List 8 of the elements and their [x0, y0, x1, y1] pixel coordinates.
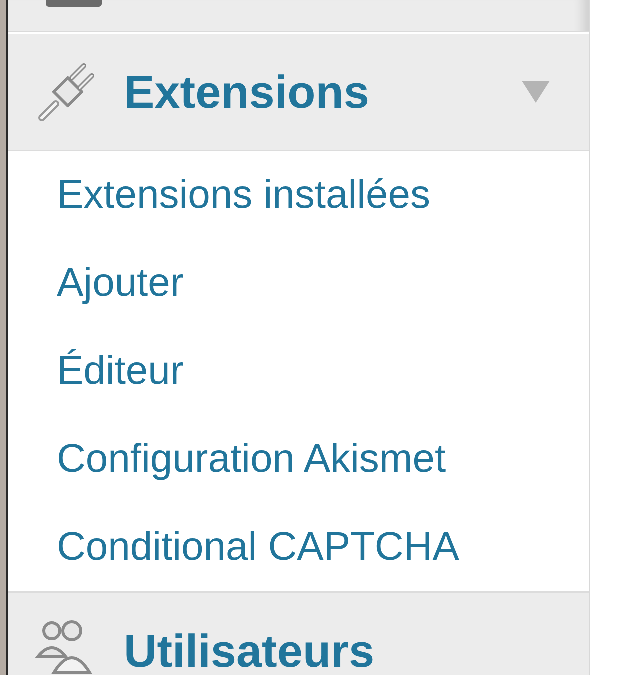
submenu-link[interactable]: Éditeur — [8, 327, 569, 415]
submenu-link[interactable]: Extensions installées — [8, 151, 569, 239]
menu-heading[interactable]: Extensions — [124, 58, 521, 126]
submenu-link[interactable]: Ajouter — [8, 239, 569, 327]
menu-heading[interactable]: Utilisateurs — [124, 616, 551, 675]
submenu-link[interactable]: Configuration Akismet — [8, 415, 569, 503]
submenu-link[interactable]: Conditional CAPTCHA — [8, 503, 569, 591]
menu-icon[interactable] — [46, 0, 102, 8]
